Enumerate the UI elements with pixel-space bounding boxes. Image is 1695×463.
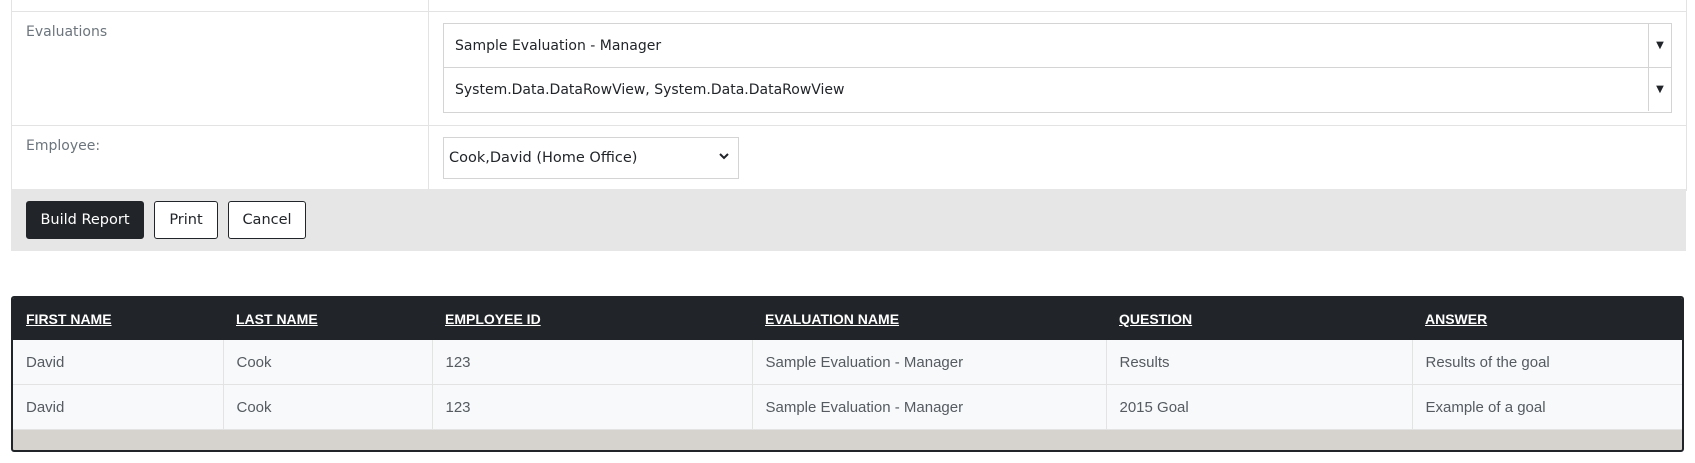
employee-row: Employee: Cook,David (Home Office): [12, 126, 1686, 191]
form-label-empty: [12, 0, 429, 11]
employee-select[interactable]: Cook,David (Home Office): [443, 137, 739, 179]
caret-down-icon[interactable]: ▼: [1648, 68, 1671, 111]
table-header-row: FIRST NAME LAST NAME EMPLOYEE ID EVALUAT…: [13, 298, 1682, 340]
cell-employee-id: 123: [432, 340, 753, 385]
cell-last-name: Cook: [223, 340, 433, 385]
chevron-down-icon: [719, 153, 729, 160]
report-table: FIRST NAME LAST NAME EMPLOYEE ID EVALUAT…: [13, 298, 1682, 430]
employee-selected-value: Cook,David (Home Office): [449, 150, 638, 166]
cell-evaluation-name: Sample Evaluation - Manager: [752, 340, 1107, 385]
column-header-evaluation-name[interactable]: EVALUATION NAME: [752, 298, 1106, 340]
print-button[interactable]: Print: [154, 201, 218, 239]
cell-answer: Example of a goal: [1412, 384, 1682, 430]
evaluations-row: Evaluations Sample Evaluation - Manager …: [12, 12, 1686, 126]
column-header-last-name[interactable]: LAST NAME: [223, 298, 432, 340]
evaluation-option[interactable]: System.Data.DataRowView, System.Data.Dat…: [444, 68, 1671, 111]
evaluation-option[interactable]: Sample Evaluation - Manager ▼: [444, 24, 1671, 68]
evaluations-label: Evaluations: [12, 12, 429, 125]
employee-label: Employee:: [12, 126, 429, 191]
evaluation-option-label: System.Data.DataRowView, System.Data.Dat…: [455, 81, 845, 98]
evaluation-option-label: Sample Evaluation - Manager: [455, 37, 662, 54]
report-table-container: FIRST NAME LAST NAME EMPLOYEE ID EVALUAT…: [11, 296, 1684, 452]
cell-first-name: David: [13, 340, 224, 385]
form-row-top: [12, 0, 1686, 12]
caret-down-icon[interactable]: ▼: [1648, 24, 1671, 67]
cell-employee-id: 123: [432, 384, 753, 430]
column-header-first-name[interactable]: FIRST NAME: [13, 298, 223, 340]
column-header-answer[interactable]: ANSWER: [1412, 298, 1682, 340]
table-row: David Cook 123 Sample Evaluation - Manag…: [13, 340, 1682, 385]
evaluations-value: Sample Evaluation - Manager ▼ System.Dat…: [429, 12, 1686, 125]
column-header-employee-id[interactable]: EMPLOYEE ID: [432, 298, 752, 340]
build-report-button[interactable]: Build Report: [26, 201, 144, 239]
cell-answer: Results of the goal: [1412, 340, 1682, 385]
cell-question: Results: [1106, 340, 1413, 385]
evaluations-listbox[interactable]: Sample Evaluation - Manager ▼ System.Dat…: [443, 23, 1672, 113]
report-form: Evaluations Sample Evaluation - Manager …: [11, 0, 1687, 191]
column-header-question[interactable]: QUESTION: [1106, 298, 1412, 340]
cell-first-name: David: [13, 384, 224, 430]
cancel-button[interactable]: Cancel: [228, 201, 306, 239]
cell-last-name: Cook: [223, 384, 433, 430]
action-bar: Build Report Print Cancel: [11, 189, 1686, 251]
employee-value: Cook,David (Home Office): [429, 126, 1686, 191]
cell-evaluation-name: Sample Evaluation - Manager: [752, 384, 1107, 430]
table-row: David Cook 123 Sample Evaluation - Manag…: [13, 384, 1682, 430]
cell-question: 2015 Goal: [1106, 384, 1413, 430]
